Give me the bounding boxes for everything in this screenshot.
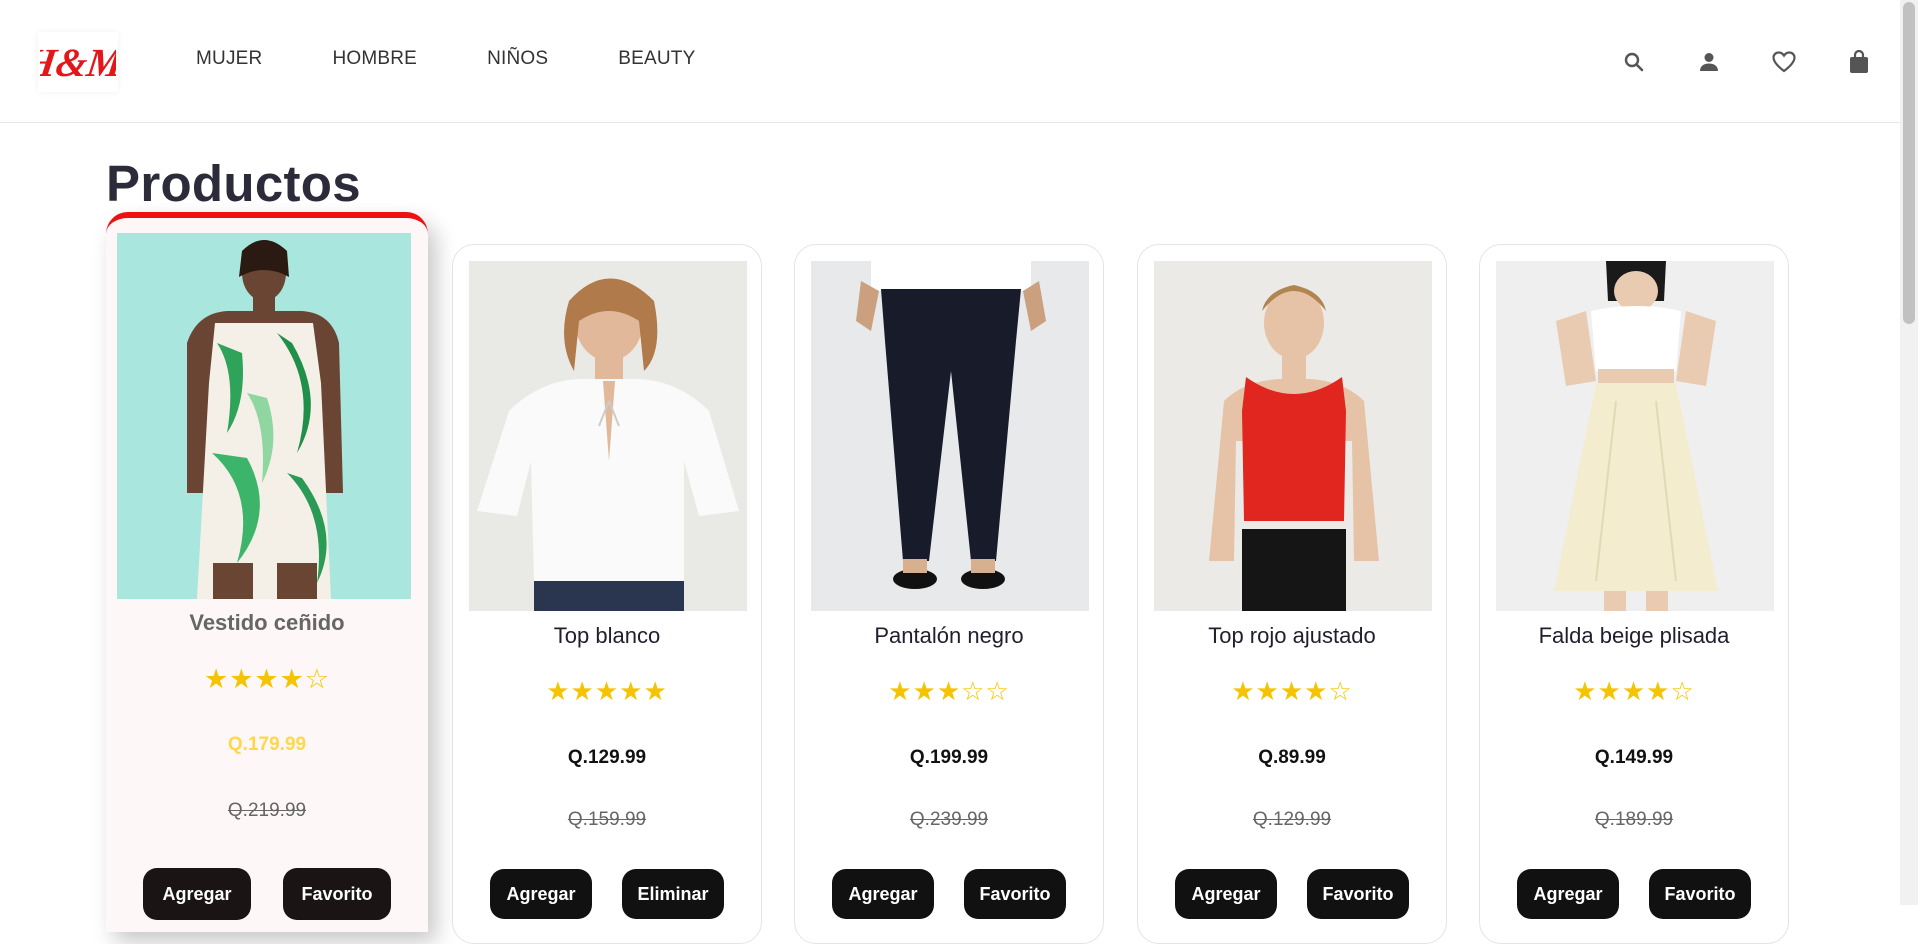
- add-to-cart-button[interactable]: Agregar: [1517, 869, 1619, 919]
- add-to-cart-button[interactable]: Agregar: [832, 869, 934, 919]
- search-icon[interactable]: [1620, 48, 1648, 76]
- nav-item-ninos[interactable]: NIÑOS: [487, 48, 548, 70]
- product-name: Falda beige plisada: [1538, 623, 1730, 648]
- product-card[interactable]: Falda beige plisada ★★★★☆ Q.149.99 Q.189…: [1479, 244, 1789, 944]
- product-card[interactable]: Vestido ceñido ★★★★☆ Q.179.99 Q.219.99 A…: [106, 212, 428, 932]
- product-price: Q.149.99: [1594, 747, 1674, 768]
- add-to-cart-button[interactable]: Agregar: [143, 868, 251, 920]
- card-actions: Agregar Favorito: [1480, 869, 1788, 919]
- product-image-vestido[interactable]: [117, 233, 411, 599]
- product-image-falda-beige[interactable]: [1496, 261, 1774, 611]
- product-name: Top rojo ajustado: [1208, 623, 1376, 648]
- product-price: Q.89.99: [1258, 747, 1326, 768]
- product-card[interactable]: Top rojo ajustado ★★★★☆ Q.89.99 Q.129.99…: [1137, 244, 1447, 944]
- add-to-cart-button[interactable]: Agregar: [490, 869, 592, 919]
- favorite-button[interactable]: Favorito: [1307, 869, 1409, 919]
- favorite-button[interactable]: Favorito: [1649, 869, 1751, 919]
- product-old-price: Q.219.99: [227, 800, 307, 821]
- user-icon[interactable]: [1695, 48, 1723, 76]
- rating-stars: ★★★☆☆: [888, 677, 1010, 707]
- product-old-price: Q.239.99: [909, 809, 989, 830]
- svg-text:H&M: H&M: [40, 40, 116, 85]
- product-price: Q.129.99: [567, 747, 647, 768]
- hm-logo[interactable]: H&M: [38, 32, 118, 92]
- product-old-price: Q.159.99: [567, 809, 647, 830]
- favorite-button[interactable]: Favorito: [964, 869, 1066, 919]
- card-actions: Agregar Favorito: [795, 869, 1103, 919]
- favorite-button[interactable]: Favorito: [283, 868, 391, 920]
- card-actions: Agregar Eliminar: [453, 869, 761, 919]
- product-price: Q.199.99: [909, 747, 989, 768]
- product-old-price: Q.189.99: [1594, 809, 1674, 830]
- product-card[interactable]: Pantalón negro ★★★☆☆ Q.199.99 Q.239.99 A…: [794, 244, 1104, 944]
- product-card[interactable]: Top blanco ★★★★★ Q.129.99 Q.159.99 Agreg…: [452, 244, 762, 944]
- card-actions: Agregar Favorito: [1138, 869, 1446, 919]
- main-nav: MUJER HOMBRE NIÑOS BEAUTY: [196, 48, 765, 70]
- nav-item-hombre[interactable]: HOMBRE: [332, 48, 417, 70]
- scrollbar-thumb[interactable]: [1903, 2, 1915, 324]
- heart-icon[interactable]: [1770, 48, 1798, 76]
- add-to-cart-button[interactable]: Agregar: [1175, 869, 1277, 919]
- product-name: Pantalón negro: [874, 623, 1024, 648]
- product-price: Q.179.99: [227, 734, 307, 755]
- product-image-top-blanco[interactable]: [469, 261, 747, 611]
- product-image-top-rojo[interactable]: [1154, 261, 1432, 611]
- product-old-price: Q.129.99: [1252, 809, 1332, 830]
- product-name: Vestido ceñido: [189, 610, 345, 635]
- product-name: Top blanco: [553, 623, 661, 648]
- nav-item-mujer[interactable]: MUJER: [196, 48, 262, 70]
- site-header: H&M MUJER HOMBRE NIÑOS BEAUTY: [0, 0, 1900, 123]
- nav-item-beauty[interactable]: BEAUTY: [618, 48, 695, 70]
- rating-stars: ★★★★☆: [203, 664, 331, 695]
- header-icons: [1620, 48, 1900, 78]
- card-actions: Agregar Favorito: [106, 868, 428, 920]
- rating-stars: ★★★★★: [546, 677, 668, 707]
- shopping-bag-icon[interactable]: [1845, 48, 1873, 76]
- rating-stars: ★★★★☆: [1573, 677, 1695, 707]
- page-scrollbar[interactable]: [1900, 0, 1918, 905]
- page-title: Productos: [106, 155, 361, 212]
- rating-stars: ★★★★☆: [1231, 677, 1353, 707]
- product-image-pantalon-negro[interactable]: [811, 261, 1089, 611]
- remove-button[interactable]: Eliminar: [622, 869, 724, 919]
